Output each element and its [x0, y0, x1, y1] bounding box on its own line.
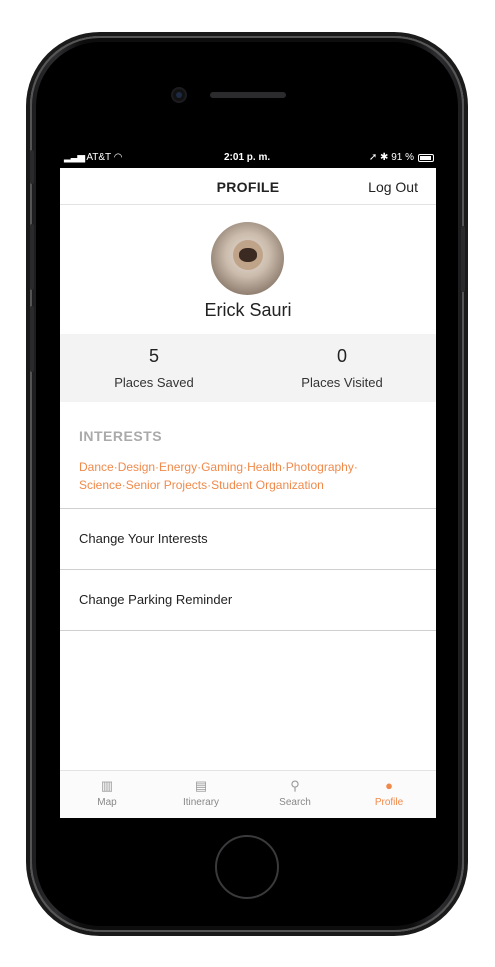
change-parking-reminder-row[interactable]: Change Parking Reminder — [60, 569, 436, 631]
avatar-mask-shape — [239, 248, 257, 262]
interest-tag: Design — [117, 460, 156, 474]
carrier-text: AT&T — [86, 152, 111, 163]
stat-places-visited: 0 Places Visited — [248, 346, 436, 390]
home-button[interactable] — [215, 835, 279, 899]
stat-value: 0 — [336, 346, 347, 366]
bluetooth-icon: ✱ — [380, 152, 389, 163]
battery-icon — [418, 154, 434, 162]
stats-panel: 5 Places Saved 0 Places Visited — [60, 334, 436, 402]
interest-tag: Student Organization — [211, 478, 324, 492]
nav-bar: PROFILE Log Out — [60, 168, 436, 205]
stat-places-saved: 5 Places Saved — [60, 346, 248, 390]
interest-tag: Gaming — [201, 460, 244, 474]
search-icon: ⚲ — [290, 778, 300, 793]
battery-percent: 91 % — [391, 152, 414, 163]
location-icon: ➚ — [368, 152, 378, 163]
tab-label: Itinerary — [182, 797, 220, 808]
status-bar: ▂▃▅ AT&T ◠ 2:01 p. m. ➚ ✱ 91 % — [60, 148, 436, 168]
earpiece-speaker — [210, 92, 286, 98]
tab-map[interactable]: ▥ Map — [60, 777, 154, 808]
profile-name: Erick Sauri — [204, 300, 292, 320]
row-label: Change Your Interests — [79, 531, 208, 546]
interests-heading: INTERESTS — [79, 428, 163, 444]
app-screen: ▂▃▅ AT&T ◠ 2:01 p. m. ➚ ✱ 91 % PROFILE L… — [60, 148, 436, 818]
change-interests-row[interactable]: Change Your Interests — [60, 508, 436, 569]
power-button — [461, 226, 465, 292]
interest-tag: Science — [79, 478, 122, 492]
person-icon: ● — [385, 778, 393, 793]
interest-tag: Senior Projects — [125, 478, 208, 492]
interest-tag: Photography — [285, 460, 354, 474]
interests-list: Dance·Design·Energy·Gaming·Health·Photog… — [79, 460, 358, 492]
stat-value: 5 — [148, 346, 159, 366]
tab-search[interactable]: ⚲ Search — [248, 777, 342, 808]
tab-profile[interactable]: ● Profile — [342, 777, 436, 808]
logout-button[interactable]: Log Out — [368, 179, 418, 195]
tab-bar: ▥ Map ▤ Itinerary ⚲ Search ● Profile — [60, 770, 436, 818]
avatar — [211, 222, 284, 295]
interest-tag: Health — [247, 460, 282, 474]
volume-down-button — [30, 306, 34, 372]
tab-itinerary[interactable]: ▤ Itinerary — [154, 777, 248, 808]
status-time: 2:01 p. m. — [224, 152, 271, 163]
tab-label: Search — [279, 797, 311, 808]
stat-label: Places Visited — [301, 375, 383, 390]
signal-icon: ▂▃▅ — [64, 152, 85, 163]
volume-up-button — [30, 224, 34, 290]
tab-label: Map — [97, 797, 117, 808]
carrier-label: ▂▃▅ AT&T ◠ — [64, 152, 122, 163]
clipboard-icon: ▤ — [194, 778, 208, 793]
mute-switch — [30, 150, 34, 184]
wifi-icon: ◠ — [113, 152, 123, 163]
stat-label: Places Saved — [114, 375, 194, 390]
interest-tag: Energy — [159, 460, 198, 474]
front-camera — [173, 89, 185, 101]
tab-label: Profile — [374, 797, 404, 808]
map-icon: ▥ — [100, 778, 114, 793]
row-label: Change Parking Reminder — [79, 592, 233, 607]
status-right: ➚ ✱ 91 % — [369, 152, 414, 163]
interest-tag: Dance — [79, 460, 114, 474]
